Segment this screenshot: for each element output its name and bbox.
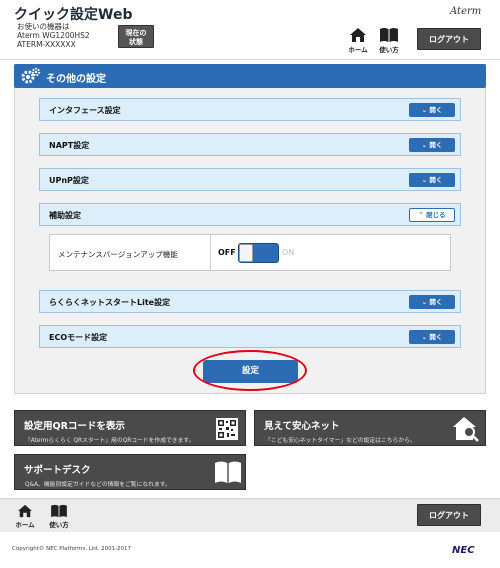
maintenance-label: メンテナンスバージョンアップ機能 (58, 250, 178, 259)
row-upnp[interactable]: UPnP設定 ⌄ 開く (39, 168, 461, 191)
open-button[interactable]: ⌄ 開く (409, 330, 455, 344)
open-button-label: 開く (429, 298, 443, 306)
switch-off-label: OFF (218, 248, 236, 257)
qr-code-icon (216, 418, 238, 440)
book-icon (380, 28, 398, 42)
row-label: NAPT設定 (49, 141, 90, 150)
logout-button[interactable]: ログアウト (417, 28, 481, 50)
tile-title: 設定用QRコードを表示 (24, 421, 125, 432)
open-button-label: 開く (429, 176, 443, 184)
app-title: クイック設定Web (14, 7, 133, 23)
open-button[interactable]: ⌄ 開く (409, 173, 455, 187)
guide-label: 使い方 (49, 521, 69, 529)
row-rakuraku-net-start[interactable]: らくらくネットスタートLite設定 ⌄ 開く (39, 290, 461, 313)
tile-description: 「Atermらくらく QRスタート」用のQRコードを作成できます。 (25, 438, 195, 444)
maintenance-panel: メンテナンスバージョンアップ機能 OFF ON (49, 234, 451, 271)
row-interface[interactable]: インタフェース設定 ⌄ 開く (39, 98, 461, 121)
header: クイック設定Web お使いの機器は Aterm WG1200HS2 ATERM-… (0, 0, 500, 60)
home-icon (350, 28, 366, 42)
book-icon (215, 461, 241, 483)
status-button-line2: 状態 (129, 37, 143, 46)
row-label: 補助設定 (49, 211, 81, 220)
section-title: その他の設定 (46, 74, 106, 85)
home-search-icon (453, 417, 479, 442)
row-label: UPnP設定 (49, 176, 89, 185)
toggle-knob[interactable] (239, 244, 253, 262)
home-label: ホーム (15, 521, 35, 529)
footer-home-button[interactable]: ホーム (12, 504, 38, 532)
open-button[interactable]: ⌄ 開く (409, 295, 455, 309)
device-model: Aterm WG1200HS2 (17, 31, 90, 40)
qr-code-tile[interactable]: 設定用QRコードを表示 「Atermらくらく QRスタート」用のQRコードを作成… (14, 410, 246, 446)
tile-title: サポートデスク (24, 465, 91, 476)
highlight-ring (193, 350, 307, 391)
device-caption: お使いの機器は (17, 22, 70, 31)
home-button[interactable]: ホーム (345, 27, 371, 55)
maintenance-toggle[interactable] (238, 243, 279, 263)
support-desk-tile[interactable]: サポートデスク Q&A、機能別設定ガイドなどの情報をご覧になれます。 (14, 454, 246, 490)
device-info: お使いの機器は Aterm WG1200HS2 ATERM-XXXXXX (17, 22, 90, 49)
vendor-logo: NEC (452, 545, 475, 556)
divider (210, 235, 211, 270)
tile-title: 見えて安心ネット (264, 421, 340, 432)
home-icon (18, 504, 32, 518)
close-button-label: 閉じる (426, 211, 446, 219)
status-button-line1: 現在の (125, 29, 147, 37)
close-button[interactable]: ⌃ 閉じる (409, 208, 455, 222)
book-icon (51, 504, 67, 518)
footer-logout-button[interactable]: ログアウト (417, 504, 481, 526)
chevron-up-icon: ⌃ (418, 211, 427, 219)
row-eco-mode[interactable]: ECOモード設定 ⌄ 開く (39, 325, 461, 348)
row-label: インタフェース設定 (49, 106, 121, 115)
open-button-label: 開く (429, 106, 443, 114)
row-label: らくらくネットスタートLite設定 (49, 298, 171, 307)
guide-button[interactable]: 使い方 (376, 27, 402, 55)
row-auxiliary[interactable]: 補助設定 ⌃ 閉じる (39, 203, 461, 226)
tile-description: Q&A、機能別設定ガイドなどの情報をご覧になれます。 (25, 482, 171, 488)
current-status-button[interactable]: 現在の 状態 (118, 25, 154, 48)
row-label: ECOモード設定 (49, 333, 108, 342)
open-button-label: 開く (429, 333, 443, 341)
open-button-label: 開く (429, 141, 443, 149)
section-header: その他の設定 (14, 64, 486, 88)
guide-label: 使い方 (379, 46, 399, 54)
brand-logo: Aterm (450, 6, 482, 17)
open-button[interactable]: ⌄ 開く (409, 138, 455, 152)
footer-guide-button[interactable]: 使い方 (46, 504, 72, 532)
copyright: Copyright© NEC Platforms, Ltd. 2001-2017 (12, 546, 132, 552)
footer-bar: ホーム 使い方 ログアウト (0, 498, 500, 532)
open-button[interactable]: ⌄ 開く (409, 103, 455, 117)
safety-net-tile[interactable]: 見えて安心ネット 「こども安心ネットタイマー」などの設定はこちらから。 (254, 410, 486, 446)
tile-description: 「こども安心ネットタイマー」などの設定はこちらから。 (265, 438, 416, 444)
switch-on-label: ON (282, 248, 295, 257)
gear-icon (21, 67, 41, 84)
device-ssid: ATERM-XXXXXX (17, 40, 76, 49)
row-napt[interactable]: NAPT設定 ⌄ 開く (39, 133, 461, 156)
home-label: ホーム (348, 46, 368, 54)
